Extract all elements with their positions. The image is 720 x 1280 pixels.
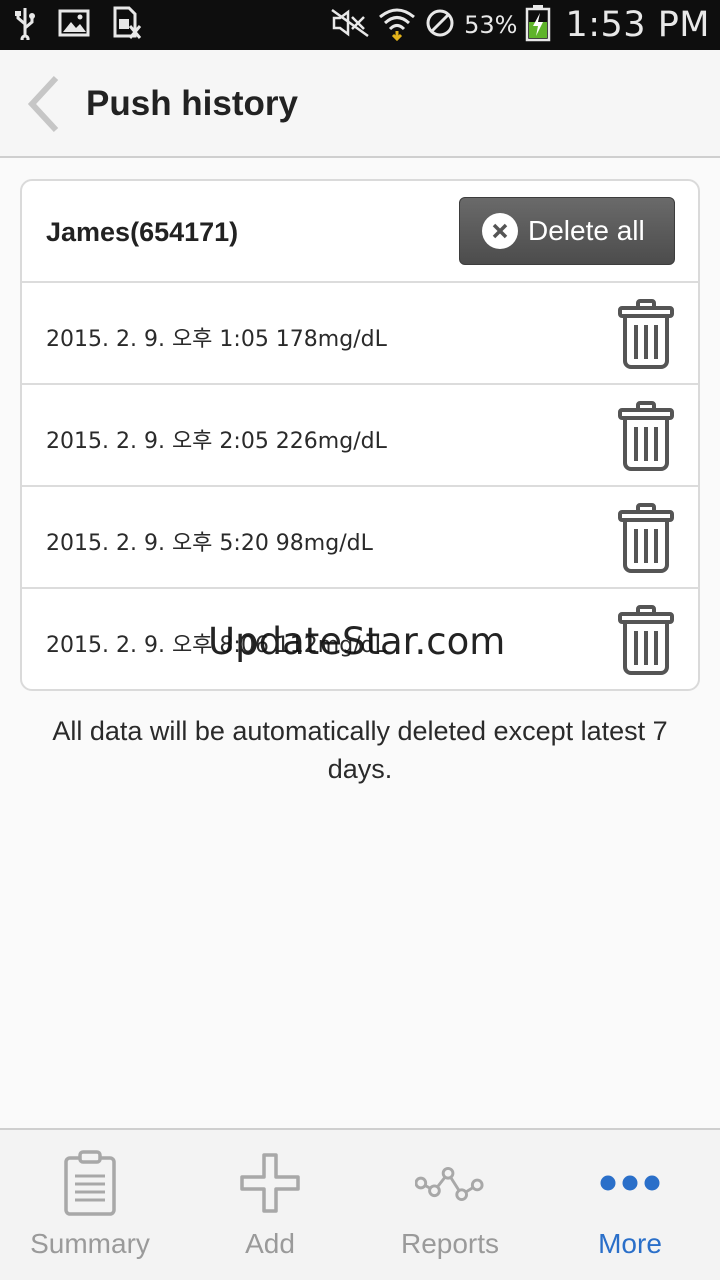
nav-add[interactable]: Add (180, 1130, 360, 1280)
image-icon (58, 9, 90, 41)
status-bar-system: 53% 1:53 PM (330, 0, 710, 50)
battery-percent: 53% (464, 11, 518, 39)
user-name: James(654171) (46, 217, 239, 247)
delete-all-button[interactable]: Delete all (459, 197, 675, 265)
nav-label: Summary (30, 1228, 150, 1259)
mute-icon (330, 8, 370, 42)
page-title: Push history (86, 84, 298, 123)
nav-more[interactable]: More (540, 1130, 720, 1280)
nav-label: Add (245, 1228, 295, 1259)
push-history-card: James(654171) Delete all 2015. 2. 9. 오후 … (20, 179, 700, 691)
card-header: James(654171) Delete all (22, 181, 698, 283)
wifi-icon (378, 5, 416, 45)
bottom-nav: Summary Add Reports More (0, 1128, 720, 1280)
trash-icon[interactable] (616, 605, 676, 675)
retention-notice: All data will be automatically deleted e… (52, 716, 668, 784)
clock: 1:53 PM (565, 5, 710, 45)
nav-reports[interactable]: Reports (360, 1130, 540, 1280)
status-bar-notifications (14, 0, 142, 50)
push-entry-text: 2015. 2. 9. 오후 5:20 98mg/dL (46, 531, 373, 556)
more-dots-icon (595, 1148, 665, 1218)
app-header: Push history (0, 50, 720, 158)
clipboard-icon (55, 1148, 125, 1218)
status-bar: 53% 1:53 PM (0, 0, 720, 50)
blocked-icon (424, 7, 456, 43)
plus-icon (235, 1148, 305, 1218)
list-item: 2015. 2. 9. 오후 2:05 226mg/dL (22, 385, 698, 487)
chart-line-icon (415, 1148, 485, 1218)
trash-icon[interactable] (616, 401, 676, 471)
delete-all-label: Delete all (528, 215, 645, 246)
trash-icon[interactable] (616, 503, 676, 573)
push-entry-text: 2015. 2. 9. 오후 1:05 178mg/dL (46, 327, 387, 352)
close-circle-icon (482, 213, 518, 249)
sim-blocked-icon (112, 6, 142, 44)
battery-charging-icon (525, 4, 551, 46)
back-button[interactable] (22, 74, 66, 134)
nav-summary[interactable]: Summary (0, 1130, 180, 1280)
nav-label: Reports (400, 1228, 500, 1259)
list-item: 2015. 2. 9. 오후 1:05 178mg/dL (22, 283, 698, 385)
trash-icon[interactable] (616, 299, 676, 369)
push-entry-text: 2015. 2. 9. 오후 8:06 112mg/dL (46, 633, 387, 658)
list-item: 2015. 2. 9. 오후 5:20 98mg/dL (22, 487, 698, 589)
list-item: 2015. 2. 9. 오후 8:06 112mg/dL (22, 589, 698, 689)
nav-label: More (598, 1228, 662, 1259)
chevron-left-icon (27, 75, 59, 133)
usb-icon (14, 6, 36, 44)
push-entry-text: 2015. 2. 9. 오후 2:05 226mg/dL (46, 429, 387, 454)
